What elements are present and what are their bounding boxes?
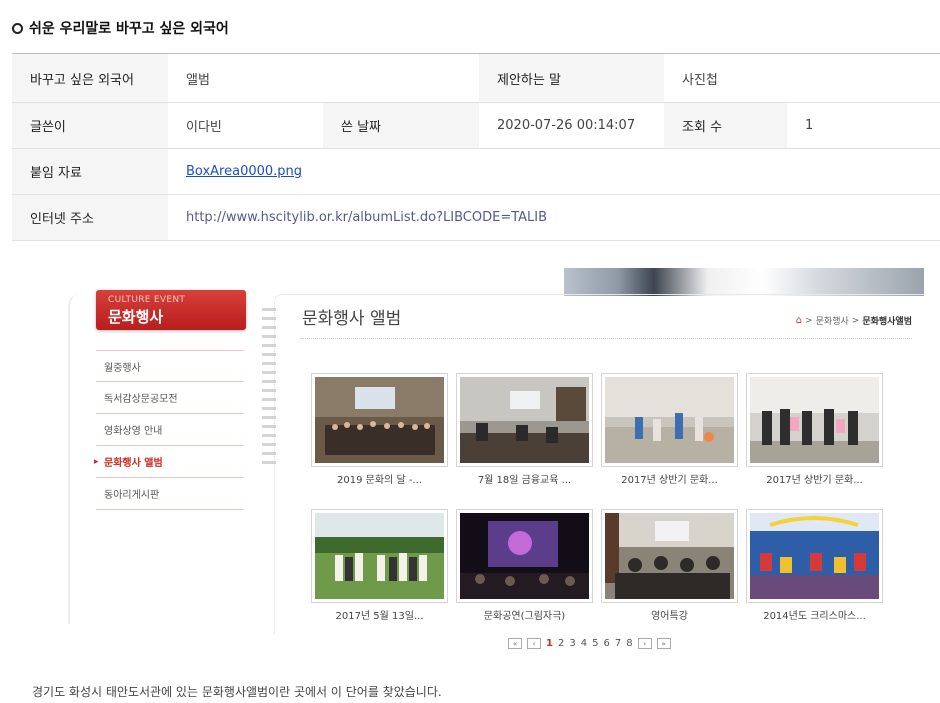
album-card[interactable]: 2017년 상반기 문화... xyxy=(746,373,883,499)
attached-image: CULTURE EVENT 문화행사 월중행사 독서감상문공모전 영화상영 안내… xyxy=(68,268,924,660)
album-thumbnail[interactable] xyxy=(456,373,593,467)
next-page-button[interactable]: › xyxy=(637,638,652,649)
prev-page-button[interactable]: ‹ xyxy=(527,638,541,649)
album-caption[interactable]: 2014년도 크리스마스... xyxy=(746,607,883,622)
page-link[interactable]: 6 xyxy=(603,638,609,649)
page-link[interactable]: 1 xyxy=(546,638,553,649)
sidebar-menu: 월중행사 독서감상문공모전 영화상영 안내 문화행사 앨범 동아리게시판 xyxy=(94,350,244,510)
album-thumbnail[interactable] xyxy=(601,373,738,467)
album-thumbnail[interactable] xyxy=(456,509,593,603)
breadcrumb-sep: > xyxy=(851,315,860,326)
label-views: 조회 수 xyxy=(664,102,788,149)
page-link[interactable]: 3 xyxy=(569,638,575,649)
page-link[interactable]: 4 xyxy=(581,638,587,649)
info-row-meta: 글쓴이 이다빈 쓴 날짜 2020-07-26 00:14:07 조회 수 1 xyxy=(12,102,940,149)
sidebar-item-movie-screening[interactable]: 영화상영 안내 xyxy=(96,414,244,446)
sidebar-item-club-board[interactable]: 동아리게시판 xyxy=(96,478,244,510)
breadcrumb-item[interactable]: 문화행사 xyxy=(816,314,849,327)
circle-bullet-icon xyxy=(12,22,23,34)
info-row-url: 인터넷 주소 http://www.hscitylib.or.kr/albumL… xyxy=(12,194,940,241)
page-link[interactable]: 8 xyxy=(626,638,632,649)
attachment-link[interactable]: BoxArea0000.png xyxy=(186,164,302,179)
page-link[interactable]: 7 xyxy=(615,638,621,649)
album-caption[interactable]: 2019 문화의 달 -... xyxy=(311,471,448,486)
album-thumbnail[interactable] xyxy=(746,373,883,467)
album-card[interactable]: 2014년도 크리스마스... xyxy=(746,509,883,635)
value-foreign-word: 앨범 xyxy=(168,53,480,103)
banner-photo-strip xyxy=(564,268,924,296)
home-icon[interactable]: ⌂ xyxy=(796,315,802,326)
album-caption[interactable]: 영어특강 xyxy=(601,607,738,622)
album-card[interactable]: 2017년 5월 13일... xyxy=(311,509,448,635)
album-grid: 2019 문화의 달 -... 7월 18일 금융교육 ... 2017년 상반… xyxy=(311,373,891,635)
breadcrumb: ⌂ > 문화행사 > 문화행사앨범 xyxy=(796,314,912,327)
album-caption[interactable]: 2017년 5월 13일... xyxy=(311,607,448,622)
album-caption[interactable]: 7월 18일 금융교육 ... xyxy=(456,471,593,486)
album-card[interactable]: 2017년 상반기 문화... xyxy=(601,373,738,499)
section-title-text: 쉬운 우리말로 바꾸고 싶은 외국어 xyxy=(29,21,229,37)
sidebar-item-monthly-events[interactable]: 월중행사 xyxy=(96,350,244,382)
album-thumbnail[interactable] xyxy=(746,509,883,603)
label-author: 글쓴이 xyxy=(12,102,168,149)
binder-spiral xyxy=(262,308,276,468)
value-author: 이다빈 xyxy=(168,102,323,149)
page-link[interactable]: 5 xyxy=(592,638,598,649)
section-title: 쉬운 우리말로 바꾸고 싶은 외국어 xyxy=(12,18,229,38)
sidebar-title-en: CULTURE EVENT xyxy=(108,295,186,305)
divider xyxy=(300,338,912,339)
album-thumbnail[interactable] xyxy=(311,509,448,603)
sidebar-header: CULTURE EVENT 문화행사 xyxy=(96,290,246,330)
content-title: 문화행사 앨범 xyxy=(302,309,402,329)
album-caption[interactable]: 2017년 상반기 문화... xyxy=(601,471,738,486)
sidebar-item-event-album[interactable]: 문화행사 앨범 xyxy=(94,446,244,478)
first-page-button[interactable]: « xyxy=(508,638,522,649)
album-caption[interactable]: 2017년 상반기 문화... xyxy=(746,471,883,486)
info-table: 바꾸고 싶은 외국어 앨범 제안하는 말 사진첩 글쓴이 이다빈 쓴 날짜 20… xyxy=(12,53,940,241)
label-foreign-word: 바꾸고 싶은 외국어 xyxy=(12,53,168,103)
label-suggested-word: 제안하는 말 xyxy=(479,53,665,103)
album-thumbnail[interactable] xyxy=(311,373,448,467)
sidebar-item-essay-contest[interactable]: 독서감상문공모전 xyxy=(96,382,244,414)
url-text[interactable]: http://www.hscitylib.or.kr/albumList.do?… xyxy=(186,210,547,225)
value-suggested-word: 사진첩 xyxy=(664,53,940,103)
attachment-cell: BoxArea0000.png xyxy=(168,148,940,195)
album-card[interactable]: 영어특강 xyxy=(601,509,738,635)
label-attachment: 붙임 자료 xyxy=(12,148,168,195)
label-date: 쓴 날짜 xyxy=(323,102,480,149)
value-date: 2020-07-26 00:14:07 xyxy=(479,102,665,149)
album-card[interactable]: 7월 18일 금융교육 ... xyxy=(456,373,593,499)
label-url: 인터넷 주소 xyxy=(12,194,168,241)
album-thumbnail[interactable] xyxy=(601,509,738,603)
last-page-button[interactable]: » xyxy=(656,638,671,649)
breadcrumb-current: 문화행사앨범 xyxy=(862,317,912,327)
album-card[interactable]: 2019 문화의 달 -... xyxy=(311,373,448,499)
info-row-attachment: 붙임 자료 BoxArea0000.png xyxy=(12,148,940,195)
album-card[interactable]: 문화공연(그림자극) xyxy=(456,509,593,635)
sidebar-title-ko: 문화행사 xyxy=(108,308,164,326)
breadcrumb-sep: > xyxy=(805,315,813,326)
info-row-word: 바꾸고 싶은 외국어 앨범 제안하는 말 사진첩 xyxy=(12,53,940,103)
source-note: 경기도 화성시 태안도서관에 있는 문화행사앨범이란 곳에서 이 단어를 찾았습… xyxy=(32,685,442,699)
page-link[interactable]: 2 xyxy=(558,638,564,649)
album-caption[interactable]: 문화공연(그림자극) xyxy=(456,607,593,622)
pagination: « ‹ 1 2 3 4 5 6 7 8 › » xyxy=(508,638,671,649)
value-views: 1 xyxy=(787,102,940,149)
url-cell: http://www.hscitylib.or.kr/albumList.do?… xyxy=(168,194,940,241)
